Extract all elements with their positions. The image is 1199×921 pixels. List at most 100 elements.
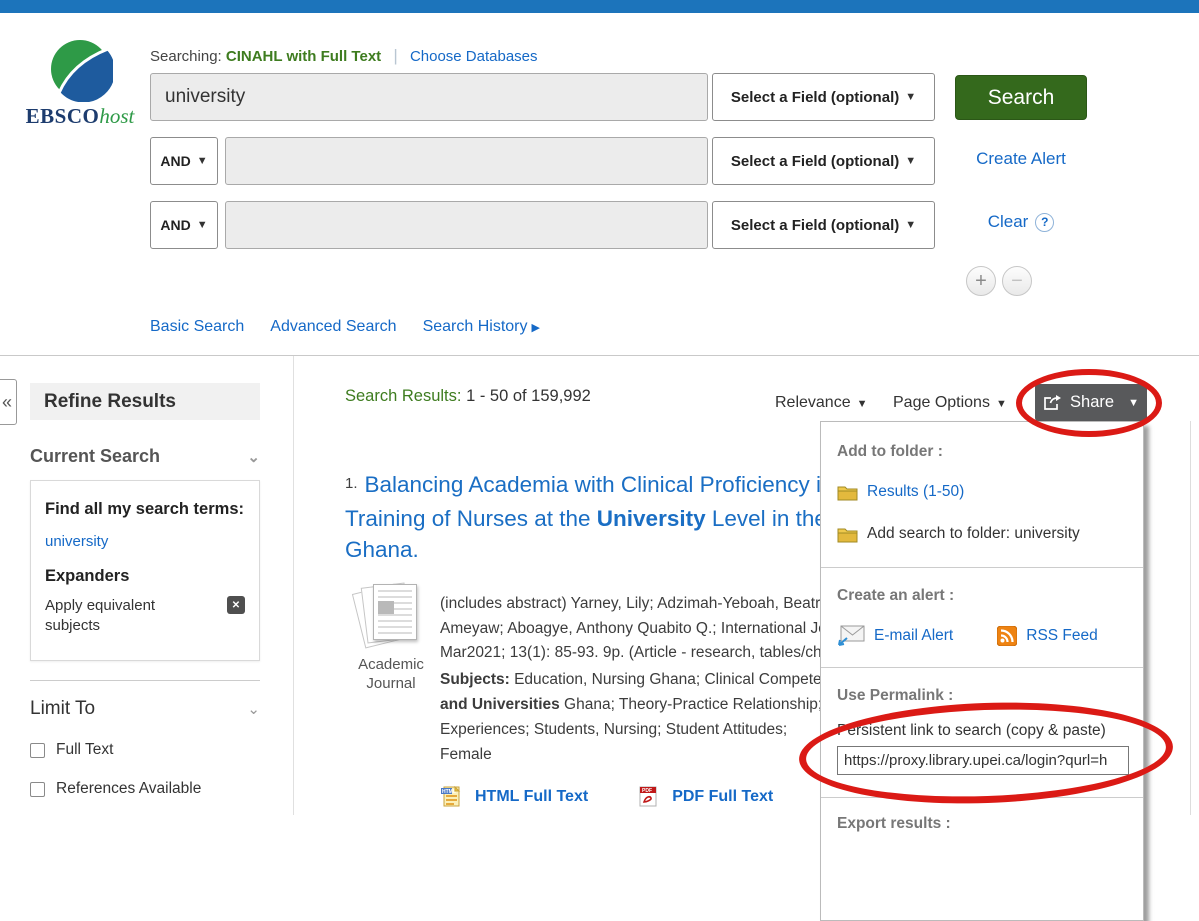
current-search-section-toggle[interactable]: Current Search ⌄ [30, 446, 260, 467]
boolean-select-1[interactable]: AND▼ [150, 137, 218, 185]
export-results-heading: Export results : [837, 815, 1127, 833]
html-document-icon: HTML [440, 786, 461, 807]
result-title: 1.Balancing Academia with Clinical Profi… [345, 469, 871, 565]
add-search-to-folder-link[interactable]: Add search to folder: university [867, 525, 1080, 543]
share-button[interactable]: Share ▼ [1035, 384, 1147, 421]
result-title-line2[interactable]: Training of Nurses at the University Lev… [345, 503, 871, 534]
share-icon [1043, 394, 1062, 411]
email-alert-link[interactable]: E-mail Alert [874, 627, 953, 645]
result-title-line3[interactable]: Ghana. [345, 534, 871, 565]
header-divider [0, 355, 1199, 356]
limit-to-section-toggle[interactable]: Limit To ⌄ [30, 698, 260, 720]
sidebar-divider [293, 356, 294, 815]
create-alert-section: Create an alert : E-mail Alert RSS Feed [821, 568, 1143, 667]
search-term-link[interactable]: university [45, 533, 108, 550]
basic-search-link[interactable]: Basic Search [150, 318, 244, 336]
search-button[interactable]: Search [955, 75, 1087, 120]
page-options-dropdown[interactable]: Page Options▼ [893, 394, 1007, 412]
results-summary: Search Results: 1 - 50 of 159,992 [345, 387, 591, 406]
permalink-input[interactable] [837, 746, 1129, 775]
chevron-down-icon: ▼ [197, 155, 208, 167]
permalink-caption: Persistent link to search (copy & paste) [837, 722, 1127, 740]
folder-icon [837, 526, 858, 543]
divider: | [393, 46, 397, 65]
expander-item: Apply equivalent subjects ✕ [45, 596, 245, 636]
limit-full-text-row: Full Text [30, 741, 260, 759]
field-select-1[interactable]: Select a Field (optional)▼ [712, 73, 935, 121]
create-alert-link[interactable]: Create Alert [955, 149, 1087, 169]
alert-links-row: E-mail Alert RSS Feed [837, 625, 1127, 667]
full-text-checkbox[interactable] [30, 743, 45, 758]
database-name: CINAHL with Full Text [226, 48, 381, 65]
field-select-3[interactable]: Select a Field (optional)▼ [712, 201, 935, 249]
clear-row: Clear ? [955, 212, 1087, 232]
chevron-down-icon: ▼ [996, 398, 1007, 410]
chevron-down-icon: ⌄ [247, 448, 260, 466]
html-full-text-link[interactable]: HTML Full Text [475, 788, 588, 806]
academic-journal-icon [356, 583, 426, 647]
rss-icon [997, 626, 1017, 646]
result-number: 1. [345, 475, 358, 492]
choose-databases-link[interactable]: Choose Databases [410, 48, 538, 65]
results-folder-row: Results (1-50) [837, 483, 1127, 501]
limit-references-row: References Available [30, 780, 260, 798]
search-mode-links: Basic Search Advanced Search Search Hist… [150, 318, 540, 336]
relevance-sort-dropdown[interactable]: Relevance▼ [775, 394, 868, 412]
add-to-folder-section: Add to folder : Results (1-50) Add searc… [821, 422, 1143, 567]
search-input-2[interactable] [225, 137, 708, 185]
add-row-button[interactable]: + [966, 266, 996, 296]
remove-expander-icon[interactable]: ✕ [227, 596, 245, 614]
top-brand-bar [0, 0, 1199, 13]
expanders-label: Expanders [45, 567, 245, 586]
references-available-checkbox[interactable] [30, 782, 45, 797]
help-icon[interactable]: ? [1035, 213, 1054, 232]
field-select-2[interactable]: Select a Field (optional)▼ [712, 137, 935, 185]
email-alert-icon [837, 625, 865, 646]
result-title-line1[interactable]: 1.Balancing Academia with Clinical Profi… [345, 469, 871, 503]
remove-row-button[interactable]: − [1002, 266, 1032, 296]
searching-row: Searching: CINAHL with Full Text | Choos… [150, 46, 538, 66]
result-type-column: Academic Journal [345, 583, 437, 693]
boolean-select-2[interactable]: AND▼ [150, 201, 218, 249]
find-terms-label: Find all my search terms: [45, 498, 245, 520]
add-to-folder-heading: Add to folder : [837, 443, 1127, 461]
advanced-search-link[interactable]: Advanced Search [270, 318, 396, 336]
sidebar-collapse-button[interactable]: « [0, 379, 17, 425]
rss-feed-link[interactable]: RSS Feed [1026, 627, 1098, 645]
chevron-down-icon: ⌄ [247, 700, 260, 718]
export-section: Export results : [821, 798, 1143, 833]
create-alert-heading: Create an alert : [837, 587, 1127, 605]
result-type-label: Academic Journal [345, 655, 437, 693]
chevron-down-icon: ▼ [1128, 397, 1139, 409]
results-right-divider [1190, 421, 1191, 815]
current-search-box: Find all my search terms: university Exp… [30, 480, 260, 661]
add-search-folder-row: Add search to folder: university [837, 525, 1127, 567]
use-permalink-heading: Use Permalink : [837, 687, 1127, 705]
svg-text:PDF: PDF [642, 788, 652, 794]
search-input-1[interactable] [150, 73, 708, 121]
results-1-50-link[interactable]: Results (1-50) [867, 483, 964, 501]
pdf-full-text-link[interactable]: PDF Full Text [672, 788, 773, 806]
limit-to-divider [30, 680, 260, 681]
chevron-down-icon: ▼ [905, 219, 916, 231]
pdf-document-icon: PDF [638, 786, 658, 807]
permalink-section: Use Permalink : Persistent link to searc… [821, 668, 1143, 797]
chevron-down-icon: ▼ [905, 155, 916, 167]
search-history-link[interactable]: Search History▶ [423, 318, 540, 336]
searching-label: Searching: [150, 48, 222, 65]
folder-icon [837, 484, 858, 501]
row-add-remove-controls: + − [966, 266, 1032, 296]
chevron-down-icon: ▼ [905, 91, 916, 103]
refine-results-sidebar: Refine Results Current Search ⌄ Find all… [30, 383, 260, 798]
expander-item-label: Apply equivalent subjects [45, 596, 195, 636]
result-subjects: Subjects: Education, Nursing Ghana; Clin… [440, 667, 877, 767]
refine-results-title: Refine Results [30, 383, 260, 420]
svg-text:HTML: HTML [442, 789, 456, 795]
share-dropdown-menu: Add to folder : Results (1-50) Add searc… [820, 421, 1144, 921]
logo-wordmark: EBSCOhost [22, 104, 138, 129]
search-input-3[interactable] [225, 201, 708, 249]
triangle-right-icon: ▶ [532, 322, 540, 334]
clear-link[interactable]: Clear [988, 212, 1029, 232]
result-citation: (includes abstract) Yarney, Lily; Adzima… [440, 592, 879, 666]
ebsco-globe-icon [47, 36, 113, 102]
